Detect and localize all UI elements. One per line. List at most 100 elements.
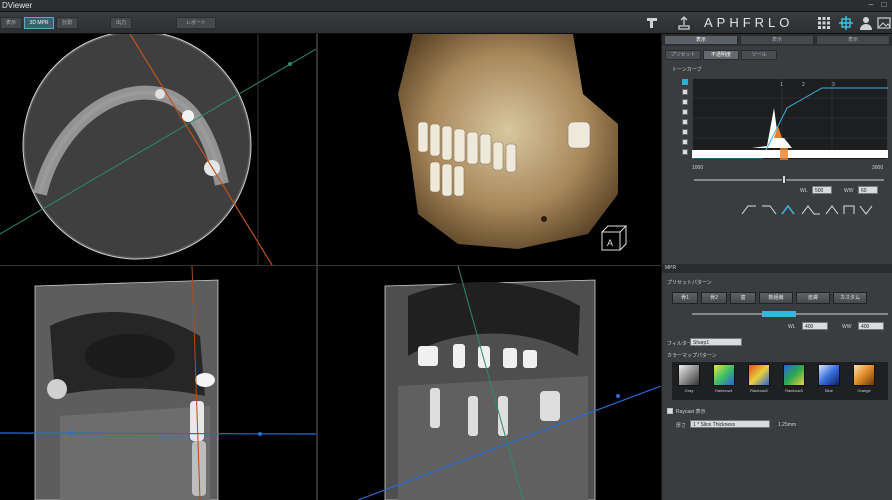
- preset-pattern-label: プリセットパターン: [667, 280, 712, 286]
- colormap-strip: Gray Rainbow1 Rainbow2 Rainbow3 Blue Ora…: [672, 362, 888, 400]
- colormap-blue[interactable]: Blue: [814, 362, 844, 398]
- wl2-field[interactable]: 400: [802, 322, 828, 330]
- colormap-name: Gray: [684, 388, 694, 393]
- sagittal-viewport[interactable]: [0, 266, 316, 500]
- raycast-checkbox[interactable]: [667, 408, 673, 414]
- mpr-section-header: MPR: [662, 264, 892, 273]
- tab-3[interactable]: 出力: [110, 17, 132, 29]
- curve-shape-buttons[interactable]: [740, 202, 890, 218]
- tab-3d-mpr[interactable]: 3D MPR: [24, 17, 54, 29]
- histogram-min: 1000: [692, 165, 704, 171]
- colormap-name: Rainbow1: [715, 388, 733, 393]
- viewport-divider-vertical[interactable]: [316, 34, 318, 500]
- range-slider-handle[interactable]: [782, 175, 786, 184]
- wl-field[interactable]: 500: [812, 186, 832, 194]
- ww2-field[interactable]: 400: [858, 322, 884, 330]
- panel-tabs: 表示 表示 表示: [662, 34, 892, 46]
- orientation-cube: A: [601, 225, 628, 251]
- curve-row-7[interactable]: [682, 139, 688, 145]
- tab-0[interactable]: 表示: [0, 17, 22, 29]
- tone-curve-label: トーンカーブ: [672, 67, 702, 73]
- filter-select[interactable]: Sharp1: [690, 338, 742, 346]
- colormap-swatch: [678, 364, 700, 386]
- colormap-rainbow2[interactable]: Rainbow2: [744, 362, 774, 398]
- title-bar: DViewer – □: [0, 0, 892, 12]
- preset-custom-button[interactable]: カスタム: [833, 292, 867, 304]
- colormap-name: Blue: [824, 388, 833, 393]
- curve-row-1[interactable]: [682, 79, 688, 85]
- range-slider[interactable]: [694, 179, 884, 181]
- curve-row-5[interactable]: [682, 119, 688, 125]
- curve-row-6[interactable]: [682, 129, 688, 135]
- minimize-icon[interactable]: –: [866, 0, 876, 10]
- maximize-icon[interactable]: □: [879, 0, 889, 10]
- histogram-max: 3000: [872, 165, 884, 171]
- wl-label: WL: [800, 188, 808, 194]
- mpr-window-range[interactable]: [762, 311, 796, 317]
- tab-2[interactable]: 計測: [56, 17, 78, 29]
- thickness-select[interactable]: 1 * Slice Thickness: [690, 420, 770, 428]
- render-3d-viewport[interactable]: A: [318, 34, 661, 265]
- gallery-icon[interactable]: [876, 15, 892, 31]
- curve-row-3[interactable]: [682, 99, 688, 105]
- filter-label: フィルター: [667, 341, 692, 347]
- opacity-histogram[interactable]: 1 2 3: [692, 78, 888, 160]
- settings-panel: 表示 表示 表示 プリセット 不透明度 ツール トーンカーブ 1 2 3 100…: [661, 34, 892, 500]
- sagittal-slice-image: [0, 266, 316, 500]
- colormap-name: Rainbow3: [785, 388, 803, 393]
- tab-4[interactable]: レポート: [176, 17, 216, 29]
- axial-viewport[interactable]: [0, 34, 316, 265]
- preset-tooth-button[interactable]: 歯: [730, 292, 756, 304]
- grid-layout-icon[interactable]: [816, 15, 832, 31]
- export-icon[interactable]: [676, 15, 692, 31]
- preset-skin-button[interactable]: 皮膚: [796, 292, 830, 304]
- colormap-swatch: [818, 364, 840, 386]
- panel-tab-1[interactable]: 表示: [740, 35, 814, 45]
- thickness-label: 厚さ: [676, 423, 687, 429]
- colormap-rainbow3[interactable]: Rainbow3: [779, 362, 809, 398]
- svg-text:3: 3: [832, 82, 835, 88]
- raycast-label: Raycast 表示: [676, 409, 706, 415]
- crosshair-icon[interactable]: [838, 15, 854, 31]
- coronal-viewport[interactable]: [318, 266, 661, 500]
- user-icon[interactable]: [858, 15, 874, 31]
- curve-row-4[interactable]: [682, 109, 688, 115]
- colormap-swatch: [748, 364, 770, 386]
- volume-render-image: A: [398, 34, 628, 251]
- curve-row-8[interactable]: [682, 149, 688, 155]
- svg-text:2: 2: [802, 82, 805, 88]
- app-title: DViewer: [2, 1, 33, 10]
- preset-bone2-button[interactable]: 骨2: [701, 292, 727, 304]
- tooth-tool-icon[interactable]: [644, 15, 660, 31]
- brand-logo: APHFRLO: [704, 15, 794, 30]
- colormap-label: カラーマップパターン: [667, 353, 717, 359]
- colormap-name: Rainbow2: [750, 388, 768, 393]
- ww2-label: WW: [842, 324, 852, 330]
- ww-field[interactable]: 60: [858, 186, 878, 194]
- colormap-orange[interactable]: Orange: [849, 362, 879, 398]
- colormap-rainbow1[interactable]: Rainbow1: [709, 362, 739, 398]
- subtab-tool[interactable]: ツール: [741, 50, 777, 60]
- preset-bone1-button[interactable]: 骨1: [672, 292, 698, 304]
- colormap-swatch: [783, 364, 805, 386]
- subtab-opacity[interactable]: 不透明度: [703, 50, 739, 60]
- axial-slice-image: [0, 34, 316, 265]
- toolbar: 表示 3D MPR 計測 出力 レポート APHFRLO: [0, 12, 892, 34]
- panel-tab-0[interactable]: 表示: [664, 35, 738, 45]
- window-marker[interactable]: [780, 148, 788, 160]
- ww-label: WW: [844, 188, 854, 194]
- colormap-gray[interactable]: Gray: [674, 362, 704, 398]
- colormap-name: Orange: [857, 388, 871, 393]
- grayscale-bar: [692, 150, 888, 158]
- viewport-divider-horizontal[interactable]: [0, 265, 661, 266]
- colormap-swatch: [713, 364, 735, 386]
- wl2-label: WL: [788, 324, 796, 330]
- svg-text:1: 1: [780, 82, 783, 88]
- preset-soft-tissue-button[interactable]: 軟組織: [759, 292, 793, 304]
- subtab-preset[interactable]: プリセット: [665, 50, 701, 60]
- colormap-swatch: [853, 364, 875, 386]
- curve-row-2[interactable]: [682, 89, 688, 95]
- thickness-mm: 1.25mm: [778, 422, 797, 428]
- svg-text:A: A: [607, 238, 613, 248]
- panel-tab-2[interactable]: 表示: [816, 35, 890, 45]
